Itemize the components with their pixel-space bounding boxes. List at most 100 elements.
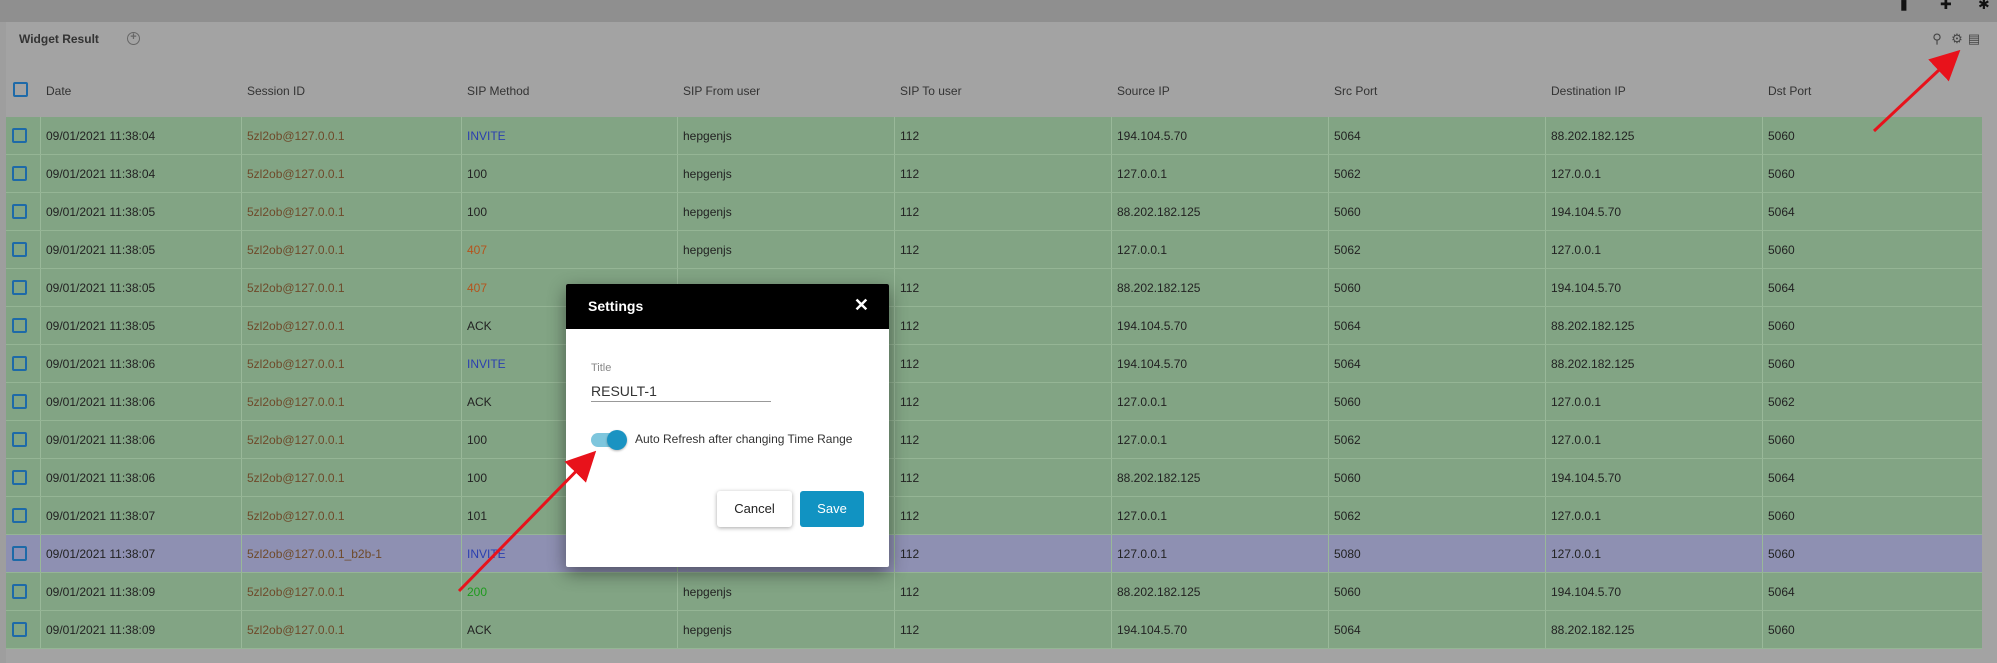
cell-src-port: 5064 xyxy=(1334,319,1361,333)
cell-sip-to-user: 112 xyxy=(900,433,920,447)
column-separator xyxy=(677,117,678,154)
row-checkbox[interactable] xyxy=(12,432,27,447)
row-checkbox[interactable] xyxy=(12,546,27,561)
table-row[interactable]: 09/01/2021 11:38:04 5zl2ob@127.0.0.1 100 he… xyxy=(6,155,1982,193)
column-separator xyxy=(40,383,41,420)
cell-src-port: 5060 xyxy=(1334,205,1361,219)
toggle-knob[interactable] xyxy=(607,430,627,450)
search-icon[interactable]: ⚲ xyxy=(1930,32,1944,46)
cell-session-id: 5zl2ob@127.0.0.1 xyxy=(247,357,345,371)
gear-icon[interactable]: ⚙ xyxy=(1950,32,1964,46)
table-header: Date Session ID SIP Method SIP From user… xyxy=(6,62,1982,117)
cell-destination-ip: 88.202.182.125 xyxy=(1551,319,1635,333)
close-icon[interactable]: ✕ xyxy=(854,295,869,316)
column-separator xyxy=(40,535,41,572)
column-separator xyxy=(1111,459,1112,496)
column-separator xyxy=(40,573,41,610)
column-separator xyxy=(894,383,895,420)
plus-icon[interactable]: ✚ xyxy=(1940,0,1954,11)
column-separator xyxy=(1762,193,1763,230)
column-header-session-id[interactable]: Session ID xyxy=(247,84,305,98)
column-separator xyxy=(1111,193,1112,230)
column-separator xyxy=(241,307,242,344)
add-tab-icon[interactable]: + xyxy=(127,32,140,45)
cell-dst-port: 5064 xyxy=(1768,205,1795,219)
table-row[interactable]: 09/01/2021 11:38:05 5zl2ob@127.0.0.1 ACK 11… xyxy=(6,307,1982,345)
auto-refresh-toggle[interactable] xyxy=(591,430,627,450)
table-row[interactable]: 09/01/2021 11:38:04 5zl2ob@127.0.0.1 INVIT… xyxy=(6,117,1982,155)
settings-icon[interactable]: ✱ xyxy=(1978,0,1992,11)
save-button[interactable]: Save xyxy=(800,491,864,527)
cell-source-ip: 88.202.182.125 xyxy=(1117,281,1201,295)
column-header-sip-method[interactable]: SIP Method xyxy=(467,84,529,98)
cell-sip-from-user: hepgenjs xyxy=(683,167,732,181)
column-header-source-ip[interactable]: Source IP xyxy=(1117,84,1170,98)
row-checkbox[interactable] xyxy=(12,166,27,181)
row-checkbox[interactable] xyxy=(12,622,27,637)
table-row[interactable]: 09/01/2021 11:38:05 5zl2ob@127.0.0.1 100 he… xyxy=(6,193,1982,231)
column-separator xyxy=(1328,117,1329,154)
cell-date: 09/01/2021 11:38:07 xyxy=(46,509,156,523)
column-header-sip-to-user[interactable]: SIP To user xyxy=(900,84,962,98)
title-input[interactable] xyxy=(591,380,771,402)
table-row[interactable]: 09/01/2021 11:38:06 5zl2ob@127.0.0.1 100 11… xyxy=(6,421,1982,459)
column-separator xyxy=(461,611,462,648)
table-row[interactable]: 09/01/2021 11:38:09 5zl2ob@127.0.0.1 ACK he… xyxy=(6,611,1982,649)
column-separator xyxy=(461,459,462,496)
column-separator xyxy=(40,611,41,648)
cell-sip-method: 407 xyxy=(467,243,488,257)
table-row[interactable]: 09/01/2021 11:38:07 5zl2ob@127.0.0.1_b2b-… xyxy=(6,535,1982,573)
cell-destination-ip: 194.104.5.70 xyxy=(1551,205,1622,219)
row-checkbox[interactable] xyxy=(12,128,27,143)
cell-sip-to-user: 112 xyxy=(900,205,920,219)
cell-sip-method: 101 xyxy=(467,509,488,523)
table-row[interactable]: 09/01/2021 11:38:07 5zl2ob@127.0.0.1 101 11… xyxy=(6,497,1982,535)
table-row[interactable]: 09/01/2021 11:38:05 5zl2ob@127.0.0.1 407 11… xyxy=(6,269,1982,307)
column-header-destination-ip[interactable]: Destination IP xyxy=(1551,84,1626,98)
cell-sip-method: 100 xyxy=(467,433,488,447)
select-all-checkbox[interactable] xyxy=(13,82,28,97)
table-row[interactable]: 09/01/2021 11:38:05 5zl2ob@127.0.0.1 407 he… xyxy=(6,231,1982,269)
table-row[interactable]: 09/01/2021 11:38:09 5zl2ob@127.0.0.1 200 he… xyxy=(6,573,1982,611)
column-header-sip-from-user[interactable]: SIP From user xyxy=(683,84,760,98)
row-checkbox[interactable] xyxy=(12,242,27,257)
row-checkbox[interactable] xyxy=(12,318,27,333)
table-row[interactable]: 09/01/2021 11:38:06 5zl2ob@127.0.0.1 ACK 11… xyxy=(6,383,1982,421)
cell-date: 09/01/2021 11:38:07 xyxy=(46,547,156,561)
cell-destination-ip: 127.0.0.1 xyxy=(1551,509,1602,523)
row-checkbox[interactable] xyxy=(12,204,27,219)
column-header-dst-port[interactable]: Dst Port xyxy=(1768,84,1811,98)
cell-sip-to-user: 112 xyxy=(900,357,920,371)
row-checkbox[interactable] xyxy=(12,584,27,599)
cell-src-port: 5080 xyxy=(1334,547,1361,561)
table-row[interactable]: 09/01/2021 11:38:06 5zl2ob@127.0.0.1 INVIT… xyxy=(6,345,1982,383)
column-separator xyxy=(1545,459,1546,496)
column-separator xyxy=(1111,573,1112,610)
column-header-src-port[interactable]: Src Port xyxy=(1334,84,1377,98)
row-checkbox[interactable] xyxy=(12,280,27,295)
cell-session-id: 5zl2ob@127.0.0.1 xyxy=(247,281,345,295)
save-icon[interactable]: ▮ xyxy=(1900,0,1914,11)
cell-date: 09/01/2021 11:38:09 xyxy=(46,623,156,637)
trash-icon[interactable]: ▤ xyxy=(1967,32,1981,46)
column-separator xyxy=(677,573,678,610)
cell-date: 09/01/2021 11:38:06 xyxy=(46,395,156,409)
column-separator xyxy=(1545,231,1546,268)
row-checkbox[interactable] xyxy=(12,356,27,371)
table-row[interactable]: 09/01/2021 11:38:06 5zl2ob@127.0.0.1 100 11… xyxy=(6,459,1982,497)
cell-dst-port: 5064 xyxy=(1768,471,1795,485)
row-checkbox[interactable] xyxy=(12,470,27,485)
cell-sip-method: 100 xyxy=(467,167,488,181)
column-separator xyxy=(461,497,462,534)
column-separator xyxy=(461,193,462,230)
column-separator xyxy=(461,573,462,610)
cell-source-ip: 127.0.0.1 xyxy=(1117,243,1168,257)
column-header-date[interactable]: Date xyxy=(46,84,71,98)
cancel-button[interactable]: Cancel xyxy=(717,491,792,527)
cell-sip-method: 407 xyxy=(467,281,488,295)
cell-sip-method: 200 xyxy=(467,585,488,599)
row-checkbox[interactable] xyxy=(12,508,27,523)
row-checkbox[interactable] xyxy=(12,394,27,409)
cell-dst-port: 5060 xyxy=(1768,357,1795,371)
column-separator xyxy=(241,117,242,154)
